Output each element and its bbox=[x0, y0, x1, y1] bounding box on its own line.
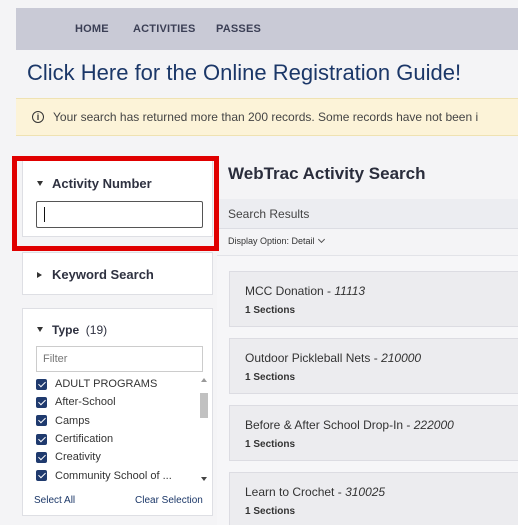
type-option[interactable]: Creativity bbox=[36, 448, 204, 466]
checkbox-checked-icon[interactable] bbox=[36, 470, 47, 482]
caret-down-icon bbox=[37, 327, 43, 332]
display-option-dropdown[interactable]: Display Option: Detail bbox=[228, 235, 325, 246]
checkbox-checked-icon[interactable] bbox=[36, 415, 47, 427]
registration-guide-link[interactable]: Click Here for the Online Registration G… bbox=[27, 60, 461, 86]
nav-home[interactable]: HOME bbox=[75, 23, 109, 35]
result-name: Learn to Crochet - bbox=[245, 485, 346, 499]
activity-number-input[interactable] bbox=[36, 201, 203, 228]
type-count: (19) bbox=[85, 323, 108, 337]
scroll-thumb[interactable] bbox=[200, 393, 208, 418]
result-card[interactable]: Outdoor Pickleball Nets - 210000 1 Secti… bbox=[229, 338, 518, 394]
page-title: WebTrac Activity Search bbox=[228, 164, 426, 183]
activity-number-toggle[interactable]: Activity Number bbox=[37, 176, 152, 191]
nav-passes[interactable]: PASSES bbox=[216, 23, 261, 35]
checkbox-checked-icon[interactable] bbox=[36, 451, 47, 463]
caret-down-icon bbox=[37, 181, 43, 186]
type-option[interactable]: Certification bbox=[36, 430, 204, 448]
result-name: MCC Donation - bbox=[245, 284, 335, 298]
result-sections: 1 Sections bbox=[245, 372, 296, 383]
result-card[interactable]: Learn to Crochet - 310025 1 Sections bbox=[229, 472, 518, 525]
clear-selection-link[interactable]: Clear Selection bbox=[135, 495, 203, 506]
caret-right-icon bbox=[37, 272, 42, 278]
scroll-up-icon[interactable] bbox=[201, 378, 207, 382]
checkbox-checked-icon[interactable] bbox=[36, 378, 47, 390]
chevron-down-icon bbox=[317, 235, 325, 244]
result-card[interactable]: Before & After School Drop-In - 222000 1… bbox=[229, 405, 518, 461]
result-number: 222000 bbox=[413, 418, 454, 432]
keyword-search-title: Keyword Search bbox=[52, 267, 154, 282]
type-option[interactable]: Camps bbox=[36, 412, 204, 430]
activity-number-panel: Activity Number bbox=[22, 158, 213, 237]
type-option[interactable]: Community School of ... bbox=[36, 466, 204, 484]
result-number: 210000 bbox=[381, 351, 422, 365]
info-icon: i bbox=[32, 111, 44, 123]
top-nav: HOME ACTIVITIES PASSES bbox=[16, 8, 518, 50]
nav-activities[interactable]: ACTIVITIES bbox=[133, 23, 196, 35]
result-name: Outdoor Pickleball Nets - bbox=[245, 351, 382, 365]
result-sections: 1 Sections bbox=[245, 439, 296, 450]
type-panel: Type (19) ADULT PROGRAMS After-School Ca… bbox=[22, 308, 213, 516]
result-number: 310025 bbox=[345, 485, 386, 499]
result-number: 11113 bbox=[334, 284, 366, 298]
scroll-down-icon[interactable] bbox=[201, 477, 207, 481]
result-sections: 1 Sections bbox=[245, 506, 296, 517]
search-results-label: Search Results bbox=[228, 207, 310, 221]
search-results-bar: Search Results bbox=[217, 199, 518, 229]
keyword-search-panel: Keyword Search bbox=[22, 252, 213, 295]
select-all-link[interactable]: Select All bbox=[34, 495, 75, 506]
keyword-search-toggle[interactable]: Keyword Search bbox=[37, 267, 154, 282]
type-filter-input[interactable] bbox=[36, 346, 203, 372]
alert-text: Your search has returned more than 200 r… bbox=[53, 110, 479, 124]
result-sections: 1 Sections bbox=[245, 305, 296, 316]
type-list-scrollbar[interactable] bbox=[199, 375, 209, 487]
type-option[interactable]: ADULT PROGRAMS bbox=[36, 375, 204, 393]
type-list: ADULT PROGRAMS After-School Camps Certif… bbox=[36, 375, 204, 487]
text-cursor bbox=[44, 207, 45, 222]
result-name: Before & After School Drop-In - bbox=[245, 418, 414, 432]
search-alert: i Your search has returned more than 200… bbox=[16, 98, 518, 136]
type-option[interactable]: After-School bbox=[36, 393, 204, 411]
checkbox-checked-icon[interactable] bbox=[36, 433, 47, 445]
activity-number-title: Activity Number bbox=[52, 176, 152, 191]
type-toggle[interactable]: Type (19) bbox=[37, 323, 107, 337]
type-title: Type bbox=[52, 323, 80, 337]
result-card[interactable]: MCC Donation - 11113 1 Sections bbox=[229, 271, 518, 327]
checkbox-checked-icon[interactable] bbox=[36, 396, 47, 408]
